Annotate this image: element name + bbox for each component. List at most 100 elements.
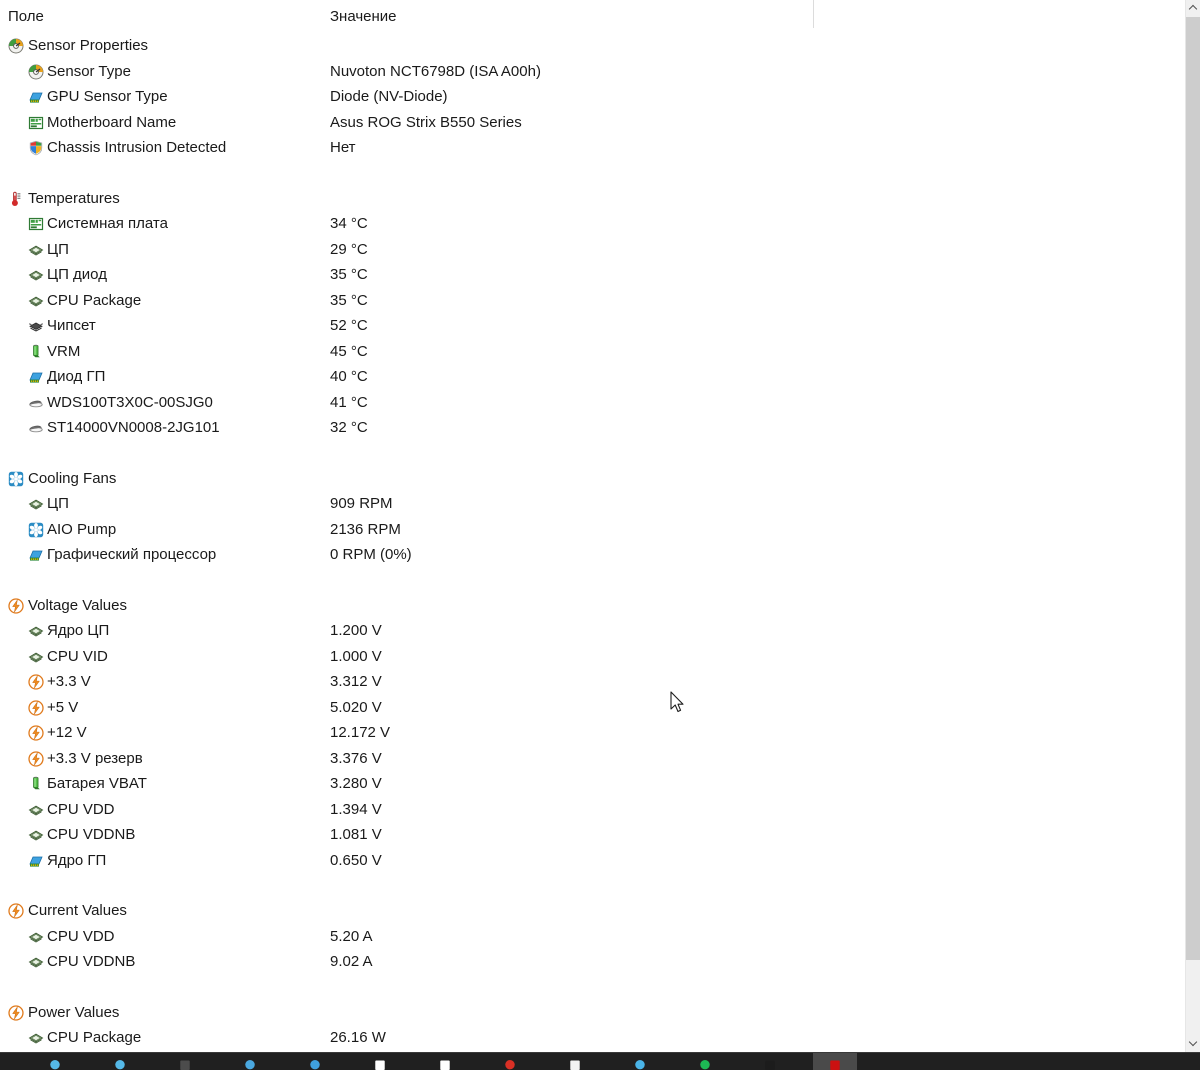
sensor-row[interactable]: Графический процессор 0 RPM (0%) — [0, 542, 1185, 568]
sensor-row[interactable]: CPU Package 26.16 W — [0, 1025, 1185, 1051]
bolt-icon — [28, 725, 44, 741]
sensor-row[interactable]: CPU VDDNB 1.081 V — [0, 822, 1185, 848]
cpu-chip-icon — [28, 242, 44, 258]
sensor-value: 1.081 V — [330, 826, 382, 843]
sensor-label: ЦП — [47, 495, 69, 512]
taskbar[interactable] — [0, 1052, 1200, 1070]
taskbar-icon-7[interactable] — [423, 1053, 467, 1070]
sensor-label: Sensor Type — [47, 62, 131, 80]
section-title: Cooling Fans — [28, 469, 117, 487]
sensor-row[interactable]: +12 V 12.172 V — [0, 720, 1185, 746]
sensor-label: CPU VID — [47, 647, 108, 665]
sensor-value: Нет — [330, 139, 356, 156]
sensor-row[interactable]: ЦП 909 RPM — [0, 491, 1185, 517]
column-header-field[interactable]: Поле — [8, 6, 44, 28]
section-title: Current Values — [28, 902, 127, 919]
sensor-value: 0 RPM (0%) — [330, 546, 412, 563]
sensor-row[interactable]: Chassis Intrusion Detected Нет — [0, 135, 1185, 161]
sensor-row[interactable]: Sensor Type Nuvoton NCT6798D (ISA A00h) — [0, 59, 1185, 85]
blue-globe-icon — [304, 1057, 326, 1070]
sensor-value: 9.02 A — [330, 953, 373, 970]
sensor-list[interactable]: Поле Значение Sensor Properties Sensor Ty… — [0, 0, 1185, 1052]
scrollbar-thumb[interactable] — [1186, 17, 1200, 960]
sensor-value: 45 °C — [330, 342, 368, 360]
taskbar-icon-9[interactable] — [553, 1053, 597, 1070]
taskbar-icon-12[interactable] — [748, 1053, 792, 1070]
column-header-value[interactable]: Значение — [330, 6, 397, 28]
taskbar-icon-5[interactable] — [293, 1053, 337, 1070]
sensor-row[interactable]: Ядро ЦП 1.200 V — [0, 618, 1185, 644]
taskbar-icon-3[interactable] — [163, 1053, 207, 1070]
sensor-label: ЦП диод — [47, 266, 107, 283]
taskbar-icon-1[interactable] — [33, 1053, 77, 1070]
sensor-row[interactable]: ST14000VN0008-2JG101 32 °C — [0, 415, 1185, 441]
sensor-row[interactable]: ЦП диод 35 °C — [0, 262, 1185, 288]
sensor-label: AIO Pump — [47, 520, 117, 538]
sensor-label: VRM — [47, 342, 81, 360]
sensor-row[interactable]: Системная плата 34 °C — [0, 211, 1185, 237]
sensor-value: 0.650 V — [330, 851, 382, 869]
scroll-down-button[interactable] — [1186, 1035, 1200, 1052]
gpu-card-icon — [28, 853, 44, 869]
taskbar-icon-13[interactable] — [813, 1053, 857, 1070]
sensor-gauge-icon — [8, 38, 24, 54]
sensor-row[interactable]: +5 V 5.020 V — [0, 695, 1185, 721]
sensor-row[interactable]: +3.3 V резерв 3.376 V — [0, 746, 1185, 772]
sensor-value: 3.280 V — [330, 775, 382, 792]
sensor-row[interactable]: Motherboard Name Asus ROG Strix B550 Seri… — [0, 110, 1185, 136]
section-header-4[interactable]: Voltage Values — [0, 593, 1185, 619]
sensor-row[interactable]: CPU Package 35 °C — [0, 288, 1185, 314]
sensor-row[interactable]: Диод ГП 40 °C — [0, 364, 1185, 390]
sensor-value: 3.376 V — [330, 749, 382, 767]
sensor-row[interactable]: Батарея VBAT 3.280 V — [0, 771, 1185, 797]
sensor-value: 26.16 W — [330, 1029, 386, 1046]
section-header-2[interactable]: Temperatures — [0, 186, 1185, 212]
sensor-value: 29 °C — [330, 240, 368, 258]
sensor-row[interactable]: AIO Pump 2136 RPM — [0, 517, 1185, 543]
vertical-scrollbar[interactable] — [1185, 0, 1200, 1052]
mouse-cursor — [670, 691, 686, 715]
sensor-row[interactable]: ЦП 29 °C — [0, 237, 1185, 263]
taskbar-icon-4[interactable] — [228, 1053, 272, 1070]
section-header-5[interactable]: Current Values — [0, 898, 1185, 924]
drive-icon — [28, 395, 44, 411]
taskbar-icon-11[interactable] — [683, 1053, 727, 1070]
white-pin-icon — [564, 1057, 586, 1070]
taskbar-icon-6[interactable] — [358, 1053, 402, 1070]
bolt-icon — [28, 699, 44, 716]
sensor-value: Asus ROG Strix B550 Series — [330, 113, 522, 131]
sensor-row[interactable]: VRM 45 °C — [0, 339, 1185, 365]
scroll-up-button[interactable] — [1186, 0, 1200, 17]
cpu-chip-icon — [28, 802, 44, 818]
taskbar-icon-8[interactable] — [488, 1053, 532, 1070]
sensor-label: CPU VDD — [47, 927, 115, 945]
sensor-value: 32 °C — [330, 419, 368, 436]
section-header-3[interactable]: Cooling Fans — [0, 466, 1185, 492]
bolt-icon — [28, 750, 44, 767]
sensor-row[interactable]: CPU VDD 5.20 A — [0, 924, 1185, 950]
taskbar-icon-2[interactable] — [98, 1053, 142, 1070]
sensor-row[interactable]: Ядро ГП 0.650 V — [0, 848, 1185, 874]
sensor-value: 1.200 V — [330, 622, 382, 639]
sensor-row[interactable]: CPU VDDNB 9.02 A — [0, 949, 1185, 975]
sensor-row[interactable]: CPU VID 1.000 V — [0, 644, 1185, 670]
section-title: Voltage Values — [28, 596, 127, 614]
gpu-card-icon — [28, 369, 44, 385]
fan-icon — [28, 522, 44, 538]
sensor-label: Батарея VBAT — [47, 775, 147, 792]
sensor-row[interactable]: Чипсет 52 °C — [0, 313, 1185, 339]
blue-globe-icon — [239, 1057, 261, 1070]
section-header-6[interactable]: Power Values — [0, 1000, 1185, 1026]
sensor-row[interactable]: +3.3 V 3.312 V — [0, 669, 1185, 695]
sensor-row[interactable]: GPU Sensor Type Diode (NV-Diode) — [0, 84, 1185, 110]
sensor-row[interactable]: WDS100T3X0C-00SJG0 41 °C — [0, 390, 1185, 416]
taskbar-icon-10[interactable] — [618, 1053, 662, 1070]
sensor-row[interactable]: CPU VDD 1.394 V — [0, 797, 1185, 823]
sensor-label: +3.3 V — [47, 673, 91, 690]
sensor-value: 909 RPM — [330, 495, 393, 512]
gpu-card-icon — [28, 547, 44, 563]
sensor-gauge-icon — [28, 64, 44, 80]
cpu-chip-icon — [28, 929, 44, 945]
section-header-1[interactable]: Sensor Properties — [0, 33, 1185, 59]
spotify-icon — [694, 1057, 716, 1070]
